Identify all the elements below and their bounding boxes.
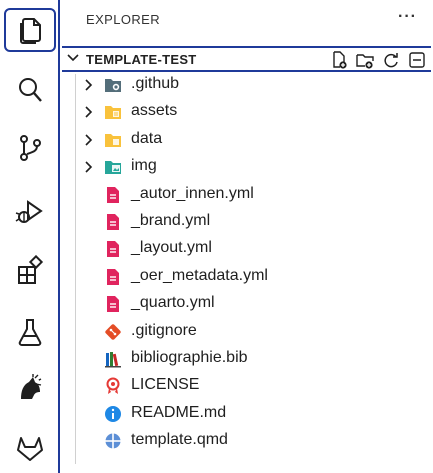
chevron-right-icon	[85, 79, 93, 91]
collapse-all-button[interactable]	[407, 50, 427, 70]
file-item[interactable]: _oer_metadata.yml	[62, 263, 431, 290]
item-label: .gitignore	[131, 321, 197, 339]
workspace-section-header[interactable]: TEMPLATE-TEST	[62, 46, 431, 72]
item-label: data	[131, 129, 163, 147]
refresh-icon	[384, 53, 398, 68]
item-label: README.md	[131, 403, 227, 421]
item-label: _oer_metadata.yml	[131, 266, 268, 284]
item-label: .github	[131, 75, 180, 92]
bibtex-file-icon	[105, 352, 121, 368]
item-label: _layout.yml	[131, 239, 212, 257]
new-file-icon	[333, 51, 347, 69]
new-file-button[interactable]	[329, 50, 349, 70]
folder-github-icon	[105, 79, 121, 92]
run-debug-icon[interactable]	[4, 190, 56, 234]
folder-images-icon	[105, 161, 121, 175]
quarto-file-icon	[105, 433, 121, 449]
file-item[interactable]: bibliographie.bib	[62, 345, 431, 372]
folder-data-icon	[105, 133, 121, 147]
file-item[interactable]: _autor_innen.yml	[62, 181, 431, 208]
item-label: LICENSE	[131, 376, 200, 394]
file-item[interactable]: .gitignore	[62, 318, 431, 345]
item-label: img	[131, 157, 157, 175]
new-folder-icon	[356, 54, 374, 69]
folder-assets-icon	[105, 106, 121, 120]
source-control-icon[interactable]	[4, 126, 56, 170]
explorer-panel: EXPLORER ··· TEMPLATE-TEST .github assets…	[62, 0, 433, 473]
folder-item[interactable]: data	[62, 126, 431, 153]
file-item[interactable]: _brand.yml	[62, 208, 431, 235]
extension-custom-icon[interactable]	[4, 366, 56, 410]
chevron-right-icon	[85, 161, 93, 173]
more-actions-button[interactable]: ···	[398, 8, 417, 26]
folder-item[interactable]: .github	[62, 71, 431, 98]
file-item[interactable]: README.md	[62, 400, 431, 427]
chevron-right-icon	[85, 106, 93, 118]
search-icon[interactable]	[4, 68, 56, 112]
item-label: _quarto.yml	[131, 294, 215, 312]
explorer-title: EXPLORER	[86, 12, 161, 27]
folder-item[interactable]: assets	[62, 98, 431, 125]
info-file-icon	[105, 405, 121, 422]
file-item[interactable]: _layout.yml	[62, 235, 431, 262]
new-folder-button[interactable]	[355, 50, 375, 70]
chevron-right-icon	[85, 134, 93, 146]
yaml-file-icon	[107, 268, 119, 285]
collapse-all-icon	[409, 52, 425, 68]
chevron-down-icon	[67, 54, 79, 62]
activity-bar	[0, 0, 60, 473]
item-label: assets	[131, 102, 178, 120]
testing-icon[interactable]	[4, 310, 56, 354]
item-label: bibliographie.bib	[131, 349, 248, 366]
license-file-icon	[106, 377, 120, 395]
file-item[interactable]: LICENSE	[62, 372, 431, 399]
folder-item[interactable]: img	[62, 153, 431, 180]
refresh-button[interactable]	[381, 50, 401, 70]
gitlab-icon[interactable]	[4, 426, 56, 470]
item-label: _autor_innen.yml	[131, 184, 254, 202]
item-label: template.qmd	[131, 431, 228, 449]
extensions-icon[interactable]	[4, 248, 56, 292]
file-item[interactable]: _quarto.yml	[62, 290, 431, 317]
item-label: _brand.yml	[131, 212, 211, 229]
git-file-icon	[105, 323, 121, 340]
yaml-file-icon	[107, 214, 119, 230]
workspace-title: TEMPLATE-TEST	[86, 52, 197, 67]
yaml-file-icon	[107, 296, 119, 313]
file-item[interactable]: template.qmd	[62, 427, 431, 454]
explorer-icon[interactable]	[4, 8, 56, 52]
yaml-file-icon	[107, 186, 119, 203]
yaml-file-icon	[107, 241, 119, 258]
